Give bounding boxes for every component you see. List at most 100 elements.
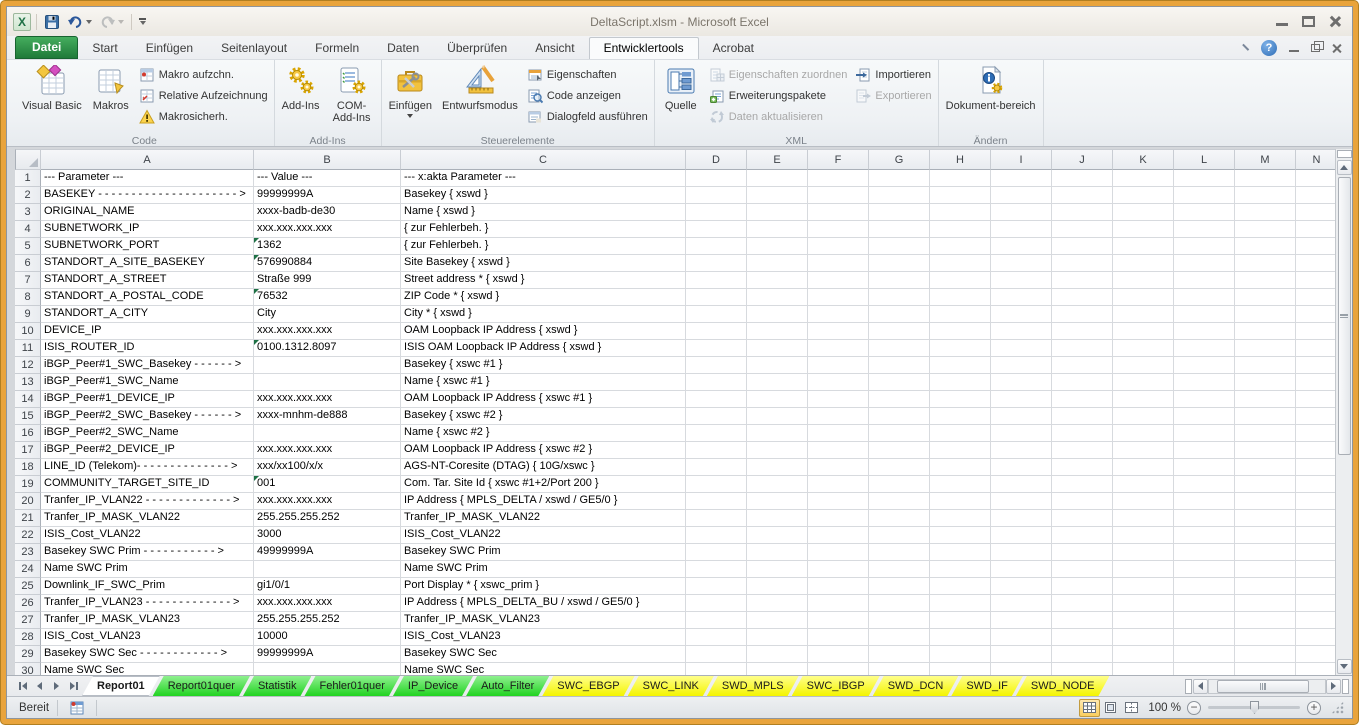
cell-E23[interactable] <box>747 544 808 561</box>
cell-H24[interactable] <box>930 561 991 578</box>
customize-qat-button[interactable] <box>137 17 148 26</box>
cell-C28[interactable]: ISIS_Cost_VLAN23 <box>401 629 686 646</box>
cell-C5[interactable]: { zur Fehlerbeh. } <box>401 238 686 255</box>
cell-J13[interactable] <box>1052 374 1113 391</box>
cell-F30[interactable] <box>808 663 869 675</box>
column-header-I[interactable]: I <box>991 149 1052 170</box>
cell-M16[interactable] <box>1235 425 1296 442</box>
eigenschaften-zuordnen-button[interactable]: Eigenschaften zuordnen <box>706 65 851 84</box>
cell-G23[interactable] <box>869 544 930 561</box>
cell-B3[interactable]: xxxx-badb-de30 <box>254 204 401 221</box>
cell-F5[interactable] <box>808 238 869 255</box>
cell-I8[interactable] <box>991 289 1052 306</box>
cell-I27[interactable] <box>991 612 1052 629</box>
redo-dropdown-caret[interactable] <box>118 20 124 24</box>
cell-A18[interactable]: LINE_ID (Telekom)- - - - - - - - - - - -… <box>41 459 254 476</box>
cell-I28[interactable] <box>991 629 1052 646</box>
cell-M26[interactable] <box>1235 595 1296 612</box>
cell-N1[interactable] <box>1296 170 1335 187</box>
row-header-12[interactable]: 12 <box>15 357 41 374</box>
cell-M30[interactable] <box>1235 663 1296 675</box>
cell-K9[interactable] <box>1113 306 1174 323</box>
cell-C22[interactable]: ISIS_Cost_VLAN22 <box>401 527 686 544</box>
cell-H9[interactable] <box>930 306 991 323</box>
cell-F21[interactable] <box>808 510 869 527</box>
cell-B5[interactable]: 1362 <box>254 238 401 255</box>
cell-I10[interactable] <box>991 323 1052 340</box>
cell-K26[interactable] <box>1113 595 1174 612</box>
cell-I29[interactable] <box>991 646 1052 663</box>
cell-D12[interactable] <box>686 357 747 374</box>
cell-C1[interactable]: --- x:akta Parameter --- <box>401 170 686 187</box>
cell-M10[interactable] <box>1235 323 1296 340</box>
cell-D8[interactable] <box>686 289 747 306</box>
com-addins-button[interactable]: COM-Add-Ins <box>326 62 378 134</box>
daten-aktualisieren-button[interactable]: Daten aktualisieren <box>706 107 851 126</box>
cell-D17[interactable] <box>686 442 747 459</box>
cell-F7[interactable] <box>808 272 869 289</box>
column-header-M[interactable]: M <box>1235 149 1296 170</box>
cell-K23[interactable] <box>1113 544 1174 561</box>
cell-C19[interactable]: Com. Tar. Site Id { xswc #1+2/Port 200 } <box>401 476 686 493</box>
cell-H7[interactable] <box>930 272 991 289</box>
cell-B16[interactable] <box>254 425 401 442</box>
cell-H19[interactable] <box>930 476 991 493</box>
row-header-26[interactable]: 26 <box>15 595 41 612</box>
cell-G3[interactable] <box>869 204 930 221</box>
column-header-E[interactable]: E <box>747 149 808 170</box>
cell-E14[interactable] <box>747 391 808 408</box>
cell-H4[interactable] <box>930 221 991 238</box>
cell-I2[interactable] <box>991 187 1052 204</box>
cell-B21[interactable]: 255.255.255.252 <box>254 510 401 527</box>
cell-E25[interactable] <box>747 578 808 595</box>
cell-I6[interactable] <box>991 255 1052 272</box>
cell-H20[interactable] <box>930 493 991 510</box>
cell-F24[interactable] <box>808 561 869 578</box>
cell-A11[interactable]: ISIS_ROUTER_ID <box>41 340 254 357</box>
last-sheet-button[interactable] <box>66 679 81 694</box>
cell-M12[interactable] <box>1235 357 1296 374</box>
cell-B14[interactable]: xxx.xxx.xxx.xxx <box>254 391 401 408</box>
cell-J2[interactable] <box>1052 187 1113 204</box>
cell-N16[interactable] <box>1296 425 1335 442</box>
cell-D15[interactable] <box>686 408 747 425</box>
minimize-button[interactable] <box>1276 17 1288 26</box>
cell-M11[interactable] <box>1235 340 1296 357</box>
cell-E11[interactable] <box>747 340 808 357</box>
cell-F20[interactable] <box>808 493 869 510</box>
cell-C7[interactable]: Street address * { xswd } <box>401 272 686 289</box>
cell-K7[interactable] <box>1113 272 1174 289</box>
cell-A7[interactable]: STANDORT_A_STREET <box>41 272 254 289</box>
column-header-J[interactable]: J <box>1052 149 1113 170</box>
maximize-button[interactable] <box>1302 16 1315 27</box>
row-header-7[interactable]: 7 <box>15 272 41 289</box>
cell-I26[interactable] <box>991 595 1052 612</box>
cell-B4[interactable]: xxx.xxx.xxx.xxx <box>254 221 401 238</box>
cell-C20[interactable]: IP Address { MPLS_DELTA / xswd / GE5/0 } <box>401 493 686 510</box>
cell-L22[interactable] <box>1174 527 1235 544</box>
cell-N5[interactable] <box>1296 238 1335 255</box>
cell-E3[interactable] <box>747 204 808 221</box>
cell-F14[interactable] <box>808 391 869 408</box>
cell-G18[interactable] <box>869 459 930 476</box>
cell-G1[interactable] <box>869 170 930 187</box>
cell-A27[interactable]: Tranfer_IP_MASK_VLAN23 <box>41 612 254 629</box>
cell-H18[interactable] <box>930 459 991 476</box>
cell-J6[interactable] <box>1052 255 1113 272</box>
sheet-tab-swd_node[interactable]: SWD_NODE <box>1016 676 1110 696</box>
cell-J28[interactable] <box>1052 629 1113 646</box>
cell-L26[interactable] <box>1174 595 1235 612</box>
cell-B15[interactable]: xxxx-mnhm-de888 <box>254 408 401 425</box>
cell-C21[interactable]: Tranfer_IP_MASK_VLAN22 <box>401 510 686 527</box>
workbook-restore-icon[interactable] <box>1311 44 1320 52</box>
cell-A8[interactable]: STANDORT_A_POSTAL_CODE <box>41 289 254 306</box>
row-header-11[interactable]: 11 <box>15 340 41 357</box>
cell-M27[interactable] <box>1235 612 1296 629</box>
cell-E6[interactable] <box>747 255 808 272</box>
cell-J30[interactable] <box>1052 663 1113 675</box>
cell-G17[interactable] <box>869 442 930 459</box>
ribbon-tab-einfügen[interactable]: Einfügen <box>132 38 207 59</box>
cell-J10[interactable] <box>1052 323 1113 340</box>
cell-H25[interactable] <box>930 578 991 595</box>
cell-G13[interactable] <box>869 374 930 391</box>
